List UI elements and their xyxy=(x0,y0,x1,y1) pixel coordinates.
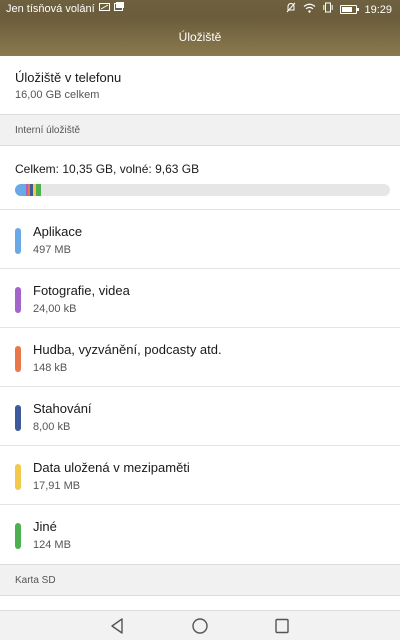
vibrate-icon xyxy=(323,2,334,17)
no-sim-icon xyxy=(98,2,110,15)
navigation-bar xyxy=(0,610,400,640)
color-indicator xyxy=(15,523,21,549)
category-cached-data[interactable]: Data uložená v mezipaměti 17,91 MB xyxy=(0,446,400,505)
category-audio[interactable]: Hudba, vyzvánění, podcasty atd. 148 kB xyxy=(0,328,400,387)
color-indicator xyxy=(15,405,21,431)
category-size: 497 MB xyxy=(33,244,71,256)
photo-notification-icon xyxy=(113,2,124,15)
page-title: Úložiště xyxy=(178,30,222,44)
usage-bar-segment xyxy=(15,184,26,196)
status-left: Jen tísňová volání xyxy=(6,2,124,15)
category-name: Aplikace xyxy=(33,224,83,239)
color-indicator xyxy=(15,287,21,313)
battery-icon xyxy=(340,5,360,14)
color-indicator xyxy=(15,464,21,490)
category-name: Hudba, vyzvánění, podcasty atd. xyxy=(33,342,222,357)
internal-storage-header: Interní úložiště xyxy=(0,114,400,146)
phone-storage-title: Úložiště v telefonu xyxy=(15,70,122,85)
home-icon[interactable] xyxy=(190,617,210,635)
category-size: 8,00 kB xyxy=(33,421,71,433)
status-time: 19:29 xyxy=(364,3,392,16)
color-indicator xyxy=(15,346,21,372)
sd-card-label: Karta SD xyxy=(15,575,56,586)
usage-bar-segment xyxy=(36,184,41,196)
phone-storage-subtitle: 16,00 GB celkem xyxy=(15,89,100,101)
internal-storage-label: Interní úložiště xyxy=(15,125,81,136)
category-photos-videos[interactable]: Fotografie, videa 24,00 kB xyxy=(0,269,400,328)
status-bar: Jen tísňová volání 19:29 xyxy=(0,0,400,18)
back-icon[interactable] xyxy=(108,617,128,635)
status-right: 19:29 xyxy=(286,2,392,17)
title-bar: Úložiště xyxy=(0,18,400,56)
category-name: Data uložená v mezipaměti xyxy=(33,460,190,475)
category-other[interactable]: Jiné 124 MB xyxy=(0,505,400,564)
category-size: 148 kB xyxy=(33,362,68,374)
category-size: 124 MB xyxy=(33,539,71,551)
category-size: 24,00 kB xyxy=(33,303,77,315)
wifi-icon xyxy=(303,3,316,17)
sd-card-header: Karta SD xyxy=(0,564,400,596)
carrier-text: Jen tísňová volání xyxy=(6,2,95,15)
phone-storage-row[interactable]: Úložiště v telefonu 16,00 GB celkem xyxy=(0,56,400,114)
recents-icon[interactable] xyxy=(272,617,292,635)
category-name: Jiné xyxy=(33,519,57,534)
category-size: 17,91 MB xyxy=(33,480,81,492)
category-apps[interactable]: Aplikace 497 MB xyxy=(0,210,400,269)
usage-summary: Celkem: 10,35 GB, volné: 9,63 GB xyxy=(15,162,200,176)
silent-mode-icon xyxy=(286,2,296,17)
category-name: Stahování xyxy=(33,401,92,416)
category-downloads[interactable]: Stahování 8,00 kB xyxy=(0,387,400,446)
category-name: Fotografie, videa xyxy=(33,283,130,298)
usage-bar xyxy=(15,184,390,196)
color-indicator xyxy=(15,228,21,254)
